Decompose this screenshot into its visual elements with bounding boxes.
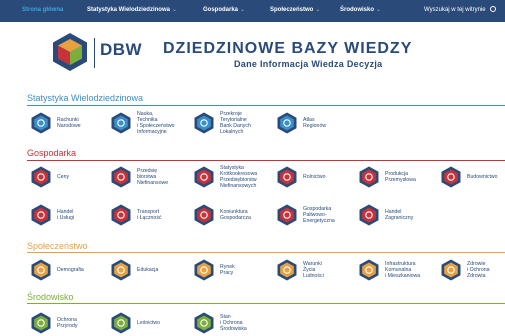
chevron-down-icon: ⌄ (315, 7, 321, 13)
category-tile-label: Przekroje Terytorialne Bank Danych Lokalnyc… (220, 111, 251, 135)
logo-divider (94, 38, 95, 68)
section-title-statystyka-wielodziedzinowa: Statystyka Wielodziedzinowa (27, 93, 144, 103)
nav-home[interactable]: Strona główna (22, 6, 63, 15)
category-tile-produkcja-przemyslowa[interactable]: Produkcja Przemysłowa (358, 166, 438, 192)
category-tile-label: Atlas Regionów (303, 117, 327, 129)
ship-icon (359, 204, 379, 226)
category-tile-label: Stan i Ochrona Środowiska (220, 314, 247, 332)
section-title-spoleczenstwo: Społeczeństwo (27, 241, 88, 251)
category-tile-lesnictwo[interactable]: Leśnictwo (110, 312, 190, 336)
globe-icon (277, 112, 297, 134)
price-tag-icon (31, 166, 51, 188)
category-tile-stan-i-ochrona-srodowiska[interactable]: Stan i Ochrona Środowiska (193, 312, 273, 336)
category-tile-label: Handel i Usługi (57, 209, 75, 221)
trend-icon (194, 204, 214, 226)
section-divider (27, 160, 505, 161)
search-icon[interactable] (489, 6, 496, 12)
category-tile-label: Ochrona Przyrody (57, 317, 78, 329)
chevron-down-icon: ⌄ (240, 7, 246, 13)
section-title-gospodarka: Gospodarka (27, 148, 77, 158)
category-tile-label: Leśnictwo (137, 320, 161, 326)
section-divider (27, 252, 505, 253)
site-search[interactable]: Wyszukaj w tej witrynie (424, 6, 496, 15)
category-tile-demografia[interactable]: Demografia (30, 259, 110, 285)
home-icon (277, 259, 297, 281)
section-divider (27, 303, 505, 304)
category-tile-warunki-zycia-ludnosci[interactable]: Warunki Życia Ludności (276, 259, 356, 285)
bolt-icon (277, 204, 297, 226)
category-tile-label: Demografia (57, 267, 84, 273)
nav-statystyka[interactable]: Statystyka Wielodziedzinowa ⌄ (87, 6, 177, 15)
category-tile-label: Nauka, Technika i Społeczeństwo Informacyjn… (137, 111, 175, 135)
nav-gospodarka[interactable]: Gospodarka ⌄ (203, 6, 245, 15)
category-tile-label: Gospodarka Paliwowo- Energetyczna (303, 206, 335, 224)
heart-icon (441, 259, 461, 281)
category-tile-label: Warunki Życia Ludności (303, 261, 324, 279)
category-tile-transport-i-lacznosc[interactable]: Transport i Łączność (110, 204, 190, 230)
category-tile-label: Rynek Pracy (220, 264, 235, 276)
category-tile-statystyka-krotkookresowa-przedsiebiorstw-niefinansowych[interactable]: Statystyka Krótkookresowa Przedsiębiorstw N… (193, 165, 273, 192)
category-tile-gospodarka-paliwowo-energetyczna[interactable]: Gospodarka Paliwowo- Energetyczna (276, 204, 356, 230)
dbw-logo-icon (53, 33, 87, 71)
crane-icon (441, 166, 461, 188)
map-icon (194, 112, 214, 134)
factory-icon (111, 166, 131, 188)
category-tile-handel-i-uslugi[interactable]: Handel i Usługi (30, 204, 110, 230)
category-tile-ceny[interactable]: Ceny (30, 166, 110, 192)
chevron-down-icon: ⌄ (376, 7, 382, 13)
category-tile-rachunki-narodowe[interactable]: Rachunki Narodowe (30, 112, 110, 138)
building-icon (359, 259, 379, 281)
logo-text: DBW (100, 40, 143, 59)
category-tile-label: Rachunki Narodowe (57, 117, 81, 129)
category-tile-edukacja[interactable]: Edukacja (110, 259, 190, 285)
gear-icon (359, 166, 379, 188)
leaf-icon (31, 312, 51, 334)
category-tile-rynek-pracy[interactable]: Rynek Pracy (193, 259, 273, 285)
clock-icon (194, 166, 214, 188)
nav-spoleczenstwo[interactable]: Społeczeństwo ⌄ (270, 6, 320, 15)
tree-icon (111, 312, 131, 334)
category-tile-label: Budownictwo (467, 174, 498, 180)
page-title: DZIEDZINOWE BAZY WIEDZY (163, 40, 413, 57)
earth-icon (194, 312, 214, 334)
section-title-srodowisko: Środowisko (27, 292, 74, 302)
category-tile-label: Rolnictwo (303, 174, 326, 180)
category-tile-label: Produkcja Przemysłowa (385, 171, 416, 183)
category-tile-label: Przedsię biorstwa Niefinansowe (137, 168, 169, 186)
category-tile-zdrowie-i-ochrona-zdrowia[interactable]: Zdrowie i Ochrona Zdrowia (440, 259, 505, 285)
category-tile-label: Koniunktura Gospodarcza (220, 209, 251, 221)
page-subtitle: Dane Informacja Wiedza Decyzja (234, 59, 383, 69)
flask-icon (111, 112, 131, 134)
category-tile-przekroje-terytorialne-bank-danych-lokalnych[interactable]: Przekroje Terytorialne Bank Danych Lokalnyc… (193, 111, 273, 138)
category-tile-label: Zdrowie i Ochrona Zdrowia (467, 261, 490, 279)
tractor-icon (277, 166, 297, 188)
ledger-icon (31, 112, 51, 134)
category-tile-label: Transport i Łączność (137, 209, 162, 221)
category-tile-budownictwo[interactable]: Budownictwo (440, 166, 505, 192)
section-divider (27, 105, 505, 106)
category-tile-label: Infrastruktura Komunalna i Mieszkaniowa (385, 261, 421, 279)
briefcase-icon (194, 259, 214, 281)
category-tile-nauka-technika-i-spoleczenstwo-informacyjne[interactable]: Nauka, Technika i Społeczeństwo Informacyjn… (110, 111, 190, 138)
category-tile-rolnictwo[interactable]: Rolnictwo (276, 166, 356, 192)
category-tile-label: Statystyka Krótkookresowa Przedsiębiorstw N… (220, 165, 258, 189)
book-icon (111, 259, 131, 281)
top-navigation: Strona główna Statystyka Wielodziedzinow… (0, 0, 505, 22)
chevron-down-icon: ⌄ (171, 7, 177, 13)
category-tile-infrastruktura-komunalna-i-mieszkaniowa[interactable]: Infrastruktura Komunalna i Mieszkaniowa (358, 259, 438, 285)
nav-srodowisko[interactable]: Środowisko ⌄ (340, 6, 381, 15)
category-tile-label: Edukacja (137, 267, 159, 273)
category-tile-handel-zagraniczny[interactable]: Handel Zagraniczny (358, 204, 438, 230)
people-icon (31, 259, 51, 281)
category-tile-atlas-regionow[interactable]: Atlas Regionów (276, 112, 356, 138)
category-tile-koniunktura-gospodarcza[interactable]: Koniunktura Gospodarcza (193, 204, 273, 230)
category-tile-label: Handel Zagraniczny (385, 209, 414, 221)
cart-icon (31, 204, 51, 226)
search-label: Wyszukaj w tej witrynie (424, 7, 486, 13)
category-tile-ochrona-przyrody[interactable]: Ochrona Przyrody (30, 312, 110, 336)
truck-icon (111, 204, 131, 226)
category-tile-label: Ceny (57, 174, 70, 180)
category-tile-przedsie-biorstwa-niefinansowe[interactable]: Przedsię biorstwa Niefinansowe (110, 166, 190, 192)
